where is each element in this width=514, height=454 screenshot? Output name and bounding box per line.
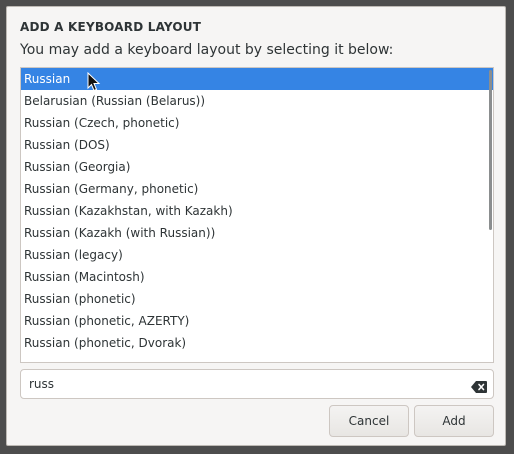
mouse-pointer-icon (87, 72, 101, 92)
layout-row[interactable]: Russian (Germany, phonetic) (21, 178, 493, 200)
search-input[interactable] (29, 374, 449, 394)
cancel-button[interactable]: Cancel (329, 405, 409, 437)
layout-row[interactable]: Russian (Kazakh (with Russian)) (21, 222, 493, 244)
scrollbar-thumb[interactable] (489, 70, 492, 230)
layout-row[interactable]: Russian (Czech, phonetic) (21, 112, 493, 134)
layout-row[interactable]: Russian (DOS) (21, 134, 493, 156)
layout-row[interactable]: Russian (phonetic) (21, 288, 493, 310)
list-scrollbar[interactable] (489, 68, 493, 362)
add-keyboard-layout-dialog: ADD A KEYBOARD LAYOUT You may add a keyb… (6, 6, 506, 446)
layout-row[interactable]: Belarusian (Russian (Belarus)) (21, 90, 493, 112)
layout-row[interactable]: Russian (Kazakhstan, with Kazakh) (21, 200, 493, 222)
partially-hidden-row (21, 354, 493, 362)
add-button[interactable]: Add (414, 405, 494, 437)
layout-row[interactable]: Russian (phonetic, Dvorak) (21, 332, 493, 354)
layout-row[interactable]: Russian (phonetic, AZERTY) (21, 310, 493, 332)
dialog-title: ADD A KEYBOARD LAYOUT (20, 20, 202, 34)
layout-row[interactable]: Russian (legacy) (21, 244, 493, 266)
layout-row[interactable]: Russian (Georgia) (21, 156, 493, 178)
backspace-clear-icon[interactable] (471, 378, 487, 393)
dialog-prompt: You may add a keyboard layout by selecti… (20, 42, 394, 58)
layout-rows: Russian Belarusian (Russian (Belarus)) Rus… (21, 68, 493, 354)
search-field[interactable] (20, 369, 494, 399)
layout-list[interactable]: Russian Belarusian (Russian (Belarus)) Rus… (20, 67, 494, 363)
layout-row[interactable]: Russian (Macintosh) (21, 266, 493, 288)
